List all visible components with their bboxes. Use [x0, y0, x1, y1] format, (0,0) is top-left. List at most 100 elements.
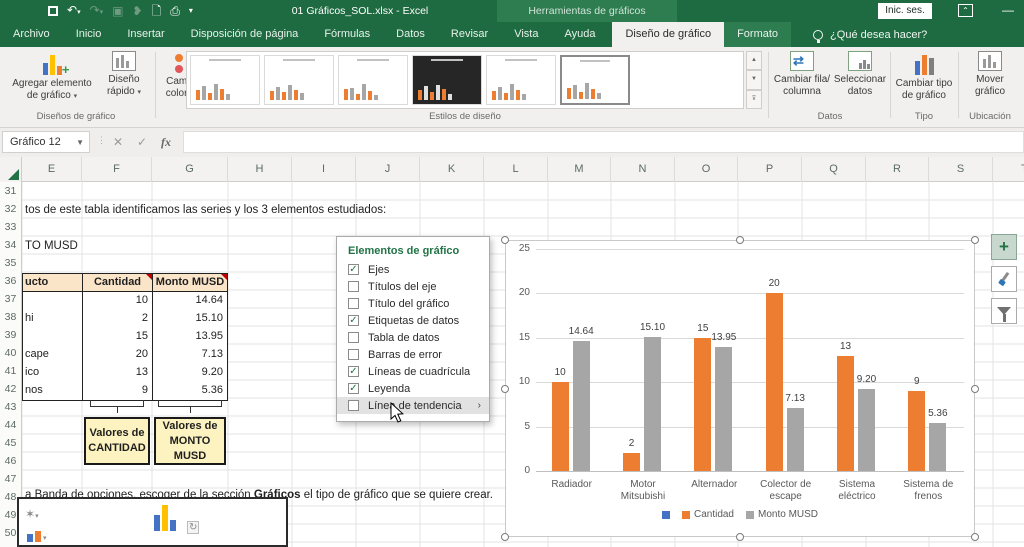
table-cell[interactable]: 14.64: [153, 292, 227, 310]
checkbox-checked-icon[interactable]: ✓: [348, 383, 359, 394]
bar-monto-musd[interactable]: [644, 336, 661, 471]
table-cell[interactable]: ico: [23, 364, 83, 382]
bar-monto-musd[interactable]: [572, 340, 590, 471]
table-cell[interactable]: 20: [83, 346, 153, 364]
popup-item-etiquetas-de-datos[interactable]: ✓ Etiquetas de datos: [337, 312, 489, 329]
chart-selection-handle[interactable]: [971, 236, 979, 244]
submenu-arrow-icon[interactable]: ›: [478, 400, 481, 411]
column-header-N[interactable]: N: [611, 157, 675, 182]
table-cell[interactable]: 13.95: [153, 328, 227, 346]
name-box[interactable]: Gráfico 12 ▼: [2, 131, 90, 153]
change-chart-type-button[interactable]: Cambiar tipo de gráfico: [892, 51, 956, 102]
cancel-icon[interactable]: ✕: [108, 131, 128, 153]
column-header-S[interactable]: S: [929, 157, 993, 182]
column-header-K[interactable]: K: [420, 157, 484, 182]
table-cell[interactable]: 9.20: [153, 364, 227, 382]
row-header-41[interactable]: 41: [0, 362, 22, 380]
popup-item-tabla-de-datos[interactable]: Tabla de datos: [337, 329, 489, 346]
bar-cantidad[interactable]: [908, 391, 926, 471]
bar-cantidad[interactable]: [837, 355, 854, 471]
new-file-icon[interactable]: 🗋: [152, 0, 162, 22]
chart-selection-handle[interactable]: [501, 384, 509, 393]
row-header-45[interactable]: 45: [0, 434, 22, 452]
chart-selection-handle[interactable]: [501, 236, 509, 244]
row-header-37[interactable]: 37: [0, 290, 22, 308]
chart-styles-gallery[interactable]: [186, 51, 744, 109]
column-header-E[interactable]: E: [22, 157, 82, 182]
column-header-O[interactable]: O: [675, 157, 738, 182]
popup-item-l-nea-de-tendencia[interactable]: Línea de tendencia ›: [337, 397, 489, 414]
table-cell[interactable]: 13: [83, 364, 153, 382]
chart-selection-handle[interactable]: [501, 533, 509, 541]
row-header-42[interactable]: 42: [0, 380, 22, 398]
tell-me-box[interactable]: ¿Qué desea hacer?: [791, 22, 927, 47]
quick-layout-button[interactable]: Diseño rápido ▾: [98, 51, 150, 99]
table-cell[interactable]: [23, 328, 83, 346]
tab-datos[interactable]: Datos: [383, 22, 438, 47]
chart-selection-handle[interactable]: [971, 384, 979, 393]
tab-archivo[interactable]: Archivo: [0, 22, 63, 47]
tab-f-rmulas[interactable]: Fórmulas: [311, 22, 383, 47]
table-cell[interactable]: [23, 292, 83, 310]
column-header-F[interactable]: F: [82, 157, 152, 182]
chart-style-thumbnail[interactable]: [190, 55, 260, 105]
select-all-corner[interactable]: [0, 157, 22, 182]
add-chart-element-button[interactable]: + Agregar elemento de gráfico ▾: [6, 51, 98, 103]
formula-input[interactable]: [183, 131, 1024, 153]
customize-qat-icon[interactable]: ▾: [189, 0, 193, 22]
popup-item-t-tulo-del-gr-fico[interactable]: Título del gráfico: [337, 295, 489, 312]
sign-in-button[interactable]: Inic. ses.: [878, 3, 932, 19]
move-chart-button[interactable]: Mover gráfico: [962, 51, 1018, 98]
chart-styles-button[interactable]: [991, 266, 1017, 292]
bar-monto-musd[interactable]: [715, 347, 733, 471]
sheet-area[interactable]: EFGHIJKLMNOPQRST 31323334353637383940414…: [0, 157, 1024, 547]
column-header-L[interactable]: L: [484, 157, 548, 182]
popup-item-ejes[interactable]: ✓ Ejes: [337, 261, 489, 278]
bar-cantidad[interactable]: [551, 382, 569, 471]
column-header-P[interactable]: P: [738, 157, 802, 182]
gallery-down-icon[interactable]: ▼: [746, 70, 762, 90]
tab-revisar[interactable]: Revisar: [438, 22, 501, 47]
ribbon-display-options-icon[interactable]: ⌃: [958, 4, 973, 17]
chart-style-thumbnail[interactable]: [338, 55, 408, 105]
table-cell[interactable]: cape: [23, 346, 83, 364]
name-box-caret-icon[interactable]: ▼: [76, 132, 84, 154]
column-header-H[interactable]: H: [228, 157, 292, 182]
checkbox-icon[interactable]: [348, 332, 359, 343]
chart-style-thumbnail[interactable]: [486, 55, 556, 105]
tab-formato[interactable]: Formato: [724, 22, 791, 47]
chart-style-thumbnail[interactable]: [560, 55, 630, 105]
table-cell[interactable]: 7.13: [153, 346, 227, 364]
column-header-Q[interactable]: Q: [802, 157, 866, 182]
row-header-46[interactable]: 46: [0, 452, 22, 470]
row-header-43[interactable]: 43: [0, 398, 22, 416]
minimize-button[interactable]: —: [1000, 2, 1016, 20]
column-header-I[interactable]: I: [292, 157, 356, 182]
switch-row-column-button[interactable]: ⇄ Cambiar fila/columna: [772, 51, 832, 98]
chart-selection-handle[interactable]: [736, 236, 744, 244]
row-header-40[interactable]: 40: [0, 344, 22, 362]
row-header-44[interactable]: 44: [0, 416, 22, 434]
row-header-35[interactable]: 35: [0, 254, 22, 272]
chart-filters-button[interactable]: [991, 298, 1017, 324]
chart-elements-button[interactable]: +: [991, 234, 1017, 260]
row-header-47[interactable]: 47: [0, 470, 22, 488]
select-data-button[interactable]: Seleccionar datos: [832, 51, 888, 98]
enter-icon[interactable]: ✓: [132, 131, 152, 153]
chart-selection-handle[interactable]: [971, 533, 979, 541]
row-header-33[interactable]: 33: [0, 218, 22, 236]
row-header-32[interactable]: 32: [0, 200, 22, 218]
table-cell[interactable]: 5.36: [153, 382, 227, 400]
tab-dise-o-de-gr-fico[interactable]: Diseño de gráfico: [612, 22, 725, 47]
checkbox-icon[interactable]: [348, 298, 359, 309]
table-cell[interactable]: 15: [83, 328, 153, 346]
row-header-39[interactable]: 39: [0, 326, 22, 344]
chart-style-thumbnail[interactable]: [412, 55, 482, 105]
column-header-R[interactable]: R: [866, 157, 929, 182]
bar-monto-musd[interactable]: [929, 423, 947, 471]
tab-disposici-n-de-p-gina[interactable]: Disposición de página: [178, 22, 312, 47]
checkbox-checked-icon[interactable]: ✓: [348, 366, 359, 377]
checkbox-checked-icon[interactable]: ✓: [348, 315, 359, 326]
checkbox-icon[interactable]: [348, 400, 359, 411]
chart-style-thumbnail[interactable]: [264, 55, 334, 105]
